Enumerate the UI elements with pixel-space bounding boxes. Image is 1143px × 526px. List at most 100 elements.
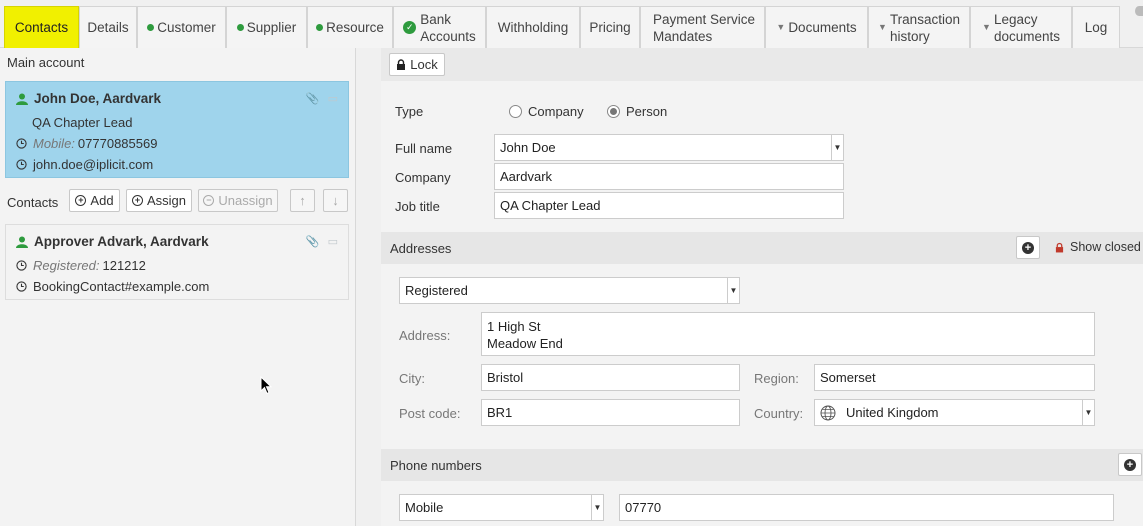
paperclip-icon[interactable]: 📎 — [306, 235, 320, 248]
main-contact-card[interactable]: John Doe, Aardvark QA Chapter Lead Mobil… — [5, 81, 349, 178]
radio-circle — [509, 105, 522, 118]
region-field[interactable]: Somerset — [814, 364, 1095, 391]
tab-legacy-documents[interactable]: ▼ Legacy documents — [970, 6, 1072, 48]
contact-email: BookingContact#example.com — [16, 279, 209, 294]
status-dot-icon — [236, 24, 244, 31]
minus-icon: − — [203, 195, 215, 206]
contact-name: John Doe, Aardvark — [16, 91, 161, 106]
type-company-radio[interactable]: Company — [509, 104, 584, 119]
job-title-field[interactable]: QA Chapter Lead — [494, 192, 844, 219]
tab-label: Contacts — [14, 20, 69, 35]
filter-icon: ▼ — [878, 22, 887, 32]
radio-circle — [607, 105, 620, 118]
button-label: Add — [90, 193, 114, 208]
field-value: Somerset — [820, 370, 876, 385]
assign-contact-button[interactable]: + Assign — [126, 189, 192, 212]
tab-supplier[interactable]: Supplier — [226, 6, 307, 48]
tab-documents[interactable]: ▼ Documents — [765, 6, 868, 48]
country-select[interactable]: United Kingdom ▼ — [814, 399, 1095, 426]
button-label: Unassign — [218, 193, 273, 208]
add-address-button[interactable]: + — [1016, 236, 1040, 259]
card-actions: 📎 ▭ — [306, 235, 338, 248]
tab-label: Pricing — [589, 20, 631, 35]
tab-label: Payment Service — [653, 11, 756, 27]
tab-details[interactable]: Details — [79, 6, 137, 48]
show-closed-toggle[interactable]: Show closed — [1055, 240, 1141, 254]
company-field[interactable]: Aardvark — [494, 163, 844, 190]
address-label: Address: — [399, 328, 451, 343]
full-name-field[interactable]: John Doe ▼ — [494, 134, 844, 161]
contact-card[interactable]: Approver Advark, Aardvark Registered: 12… — [5, 224, 349, 300]
contact-email: john.doe@iplicit.com — [16, 157, 153, 172]
person-icon — [16, 236, 28, 248]
unassign-contact-button[interactable]: − Unassign — [198, 189, 278, 212]
dropdown-arrow-icon[interactable]: ▼ — [831, 135, 843, 160]
clock-icon — [16, 159, 27, 170]
tab-bar: Contacts Details Customer Supplier Resou… — [0, 0, 1143, 48]
tab-label: Accounts — [420, 28, 476, 44]
address-field[interactable]: 1 High St Meadow End — [481, 312, 1095, 356]
field-value: Bristol — [487, 370, 524, 385]
address-type-select[interactable]: Registered ▼ — [399, 277, 740, 304]
lock-button[interactable]: Lock — [389, 53, 445, 76]
tab-transaction-history[interactable]: ▼ Transaction history — [868, 6, 970, 48]
status-dot-icon — [316, 24, 324, 31]
region-label: Region: — [754, 371, 799, 386]
tab-label: Documents — [788, 20, 857, 35]
postcode-field[interactable]: BR1 — [481, 399, 740, 426]
add-contact-button[interactable]: + Add — [69, 189, 120, 212]
field-value: Mobile — [405, 500, 444, 515]
dropdown-arrow-icon[interactable]: ▼ — [591, 495, 603, 520]
contacts-title: Contacts — [7, 195, 59, 210]
arrow-up-icon: ↑ — [299, 193, 306, 208]
plus-icon: + — [1022, 241, 1034, 254]
tab-label: Customer — [157, 20, 216, 35]
type-person-radio[interactable]: Person — [607, 104, 667, 119]
radio-label: Person — [626, 104, 668, 119]
city-label: City: — [399, 371, 425, 386]
address-line: 1 High St — [487, 319, 541, 334]
tab-log[interactable]: Log — [1072, 6, 1120, 48]
tab-label: documents — [993, 28, 1060, 44]
button-label: Lock — [410, 57, 438, 72]
contact-name-text: John Doe, Aardvark — [34, 91, 162, 106]
tab-withholding[interactable]: Withholding — [486, 6, 580, 48]
paperclip-icon[interactable]: 📎 — [306, 92, 320, 105]
add-phone-button[interactable]: + — [1118, 453, 1142, 476]
comment-icon[interactable]: ▭ — [328, 235, 338, 248]
radio-label: Company — [528, 104, 584, 119]
dropdown-arrow-icon[interactable]: ▼ — [1082, 400, 1094, 425]
tab-resource[interactable]: Resource — [307, 6, 393, 48]
dropdown-arrow-icon[interactable]: ▼ — [727, 278, 739, 303]
tab-label: Log — [1084, 20, 1108, 35]
tab-label: history — [889, 28, 930, 44]
mobile-label: Mobile: — [33, 136, 75, 151]
tab-label: Withholding — [497, 20, 569, 35]
move-down-button[interactable]: ↓ — [323, 189, 348, 212]
phone-type-select[interactable]: Mobile ▼ — [399, 494, 604, 521]
tab-payment-service-mandates[interactable]: Payment Service Mandates — [640, 6, 765, 48]
clock-icon — [16, 138, 27, 149]
type-label: Type — [395, 104, 424, 119]
phone-section-header: Phone numbers + — [381, 449, 1143, 481]
company-label: Company — [395, 170, 451, 185]
registered-label: Registered: — [33, 258, 100, 273]
tab-contacts[interactable]: Contacts — [4, 6, 79, 48]
comment-icon[interactable]: ▭ — [328, 92, 338, 105]
email-value: BookingContact#example.com — [33, 279, 210, 294]
contact-name-text: Approver Advark, Aardvark — [34, 234, 209, 249]
field-value: John Doe — [500, 140, 556, 155]
tab-pricing[interactable]: Pricing — [580, 6, 640, 48]
move-up-button[interactable]: ↑ — [290, 189, 315, 212]
lock-icon — [397, 59, 406, 70]
field-value: United Kingdom — [846, 405, 939, 420]
tab-bank-accounts[interactable]: ✓ Bank Accounts — [393, 6, 486, 48]
tab-customer[interactable]: Customer — [137, 6, 226, 48]
clock-icon — [16, 281, 27, 292]
contacts-panel: Main account John Doe, Aardvark QA Chapt… — [0, 48, 356, 526]
contact-mobile: Mobile: 07770885569 — [16, 136, 157, 151]
city-field[interactable]: Bristol — [481, 364, 740, 391]
address-line: Meadow End — [487, 336, 563, 351]
tab-scroll-handle[interactable] — [1135, 6, 1143, 16]
phone-number-field[interactable]: 07770 — [619, 494, 1114, 521]
